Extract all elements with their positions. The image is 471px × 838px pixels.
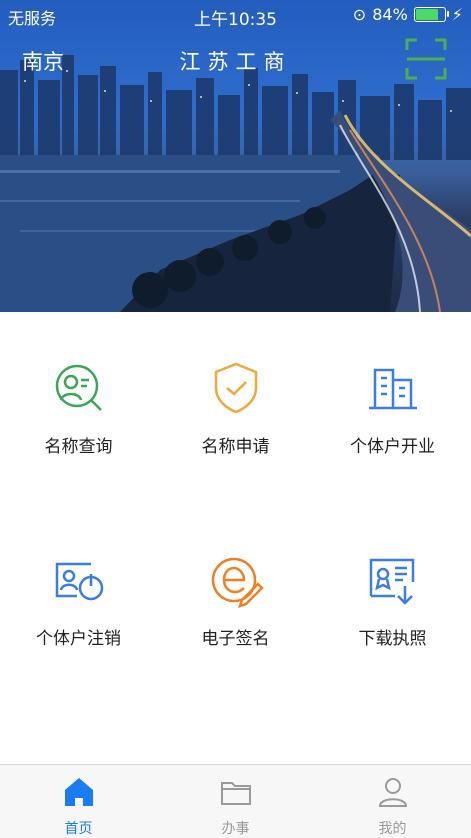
service-e-signature[interactable]: 电子签名 [157, 552, 314, 662]
service-label: 下载执照 [358, 629, 427, 649]
tab-home[interactable]: 首页 [0, 765, 157, 838]
scan-button[interactable] [405, 38, 447, 80]
service-name-apply[interactable]: 名称申请 [157, 360, 314, 470]
scan-icon [405, 38, 447, 80]
service-label: 电子签名 [201, 629, 270, 649]
tab-label: 我的 [378, 821, 407, 837]
tab-mine[interactable]: 我的 [314, 765, 471, 838]
shield-check-icon [214, 362, 257, 414]
battery-icon [413, 7, 449, 22]
service-label: 个体户开业 [350, 437, 435, 457]
service-sole-prop-open[interactable]: 个体户开业 [314, 360, 471, 470]
home-icon [64, 778, 93, 806]
hero-banner: 无服务 上午10:35 ⊙ 84% ⚡ 南京 江苏工商 [0, 0, 471, 312]
id-card-power-icon [55, 562, 103, 601]
service-license-download[interactable]: 下载执照 [314, 552, 471, 662]
e-signature-icon [211, 557, 264, 608]
service-label: 个体户注销 [36, 629, 121, 649]
status-right: ⊙ 84% ⚡ [353, 5, 463, 24]
folder-icon [220, 782, 251, 805]
service-label: 名称申请 [201, 437, 270, 457]
name-search-icon [55, 364, 102, 411]
service-name-query[interactable]: 名称查询 [0, 360, 157, 470]
services-grid: 名称查询 名称申请 个体户开业 个体户注销 电子签名 下载执照 [0, 312, 471, 764]
status-bar: 无服务 上午10:35 ⊙ 84% ⚡ [0, 0, 471, 30]
tab-label: 首页 [64, 821, 93, 837]
charging-icon: ⚡ [451, 5, 463, 24]
service-sole-prop-cancel[interactable]: 个体户注销 [0, 552, 157, 662]
tab-bar: 首页 办事 我的 [0, 764, 471, 838]
building-icon [368, 368, 417, 410]
tab-label: 办事 [221, 821, 250, 837]
license-download-icon [369, 558, 414, 605]
battery-percent: 84% [372, 5, 408, 24]
page-title: 江苏工商 [179, 50, 292, 74]
battery-fill [415, 9, 438, 20]
orientation-lock-icon: ⊙ [352, 5, 367, 24]
user-icon [378, 778, 407, 807]
service-label: 名称查询 [44, 437, 113, 457]
tab-tasks[interactable]: 办事 [157, 765, 314, 838]
